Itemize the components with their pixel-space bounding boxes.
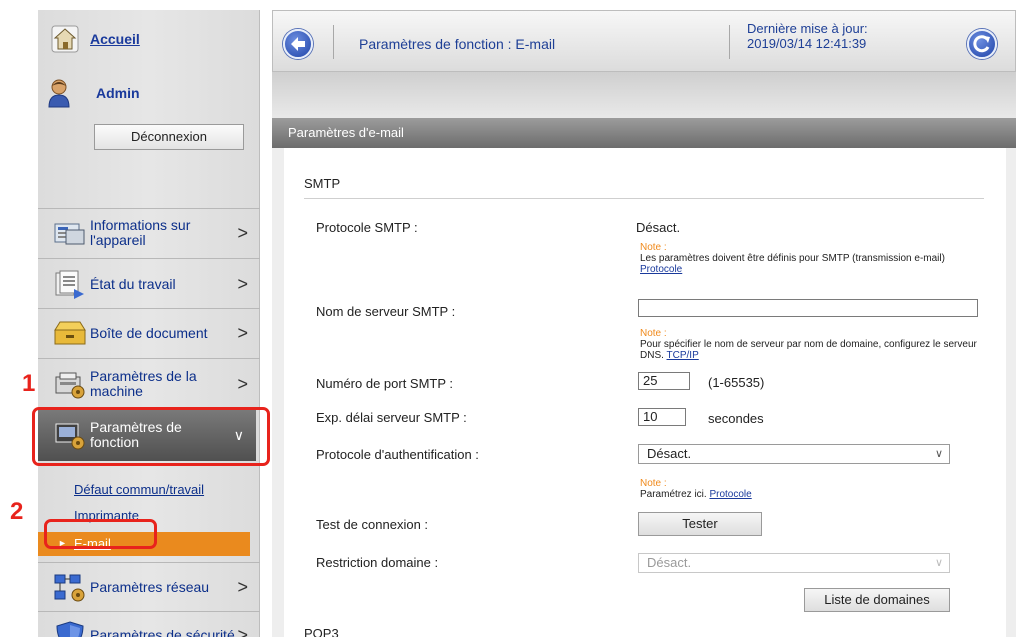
divider [38,208,260,209]
sidebar-item-machine-settings[interactable]: Paramètres de la machine > [38,361,260,407]
smtp-port-label: Numéro de port SMTP : [316,376,454,391]
note-auth: Note : Paramétrez ici. Protocole [640,478,970,500]
smtp-timeout-label: Exp. délai serveur SMTP : [316,410,467,425]
refresh-button[interactable] [967,29,997,59]
test-button[interactable]: Tester [638,512,762,536]
divider [38,562,260,563]
chevron-down-icon: ∨ [934,557,943,569]
divider [38,358,260,359]
refresh-icon [973,35,990,53]
chevron-down-icon: ∨ [934,448,943,460]
user-avatar-icon [48,79,70,108]
sidebar-item-label: Informations sur l'appareil [90,217,191,248]
sidebar-item-network-settings[interactable]: Paramètres réseau > [38,564,260,610]
domain-list-button[interactable]: Liste de domaines [804,588,950,612]
protocol-link[interactable]: Protocole [709,489,751,500]
panel-title: Paramètres d'e-mail [272,118,1016,148]
sidebar-item-label: Boîte de document [90,324,208,341]
chevron-right-icon: > [237,373,248,394]
protocol-link[interactable]: Protocole [640,264,682,275]
auth-protocol-value: Désact. [647,446,692,461]
smtp-server-input[interactable] [638,299,978,317]
last-updated-label: Dernière mise à jour: [747,21,868,36]
sidebar-item-job-status[interactable]: État du travail > [38,261,260,307]
user-row: Admin [46,78,140,108]
note-label: Note : [640,242,667,253]
home-icon [51,25,79,53]
note-text: Paramétrez ici. [640,489,707,500]
document-box-icon [54,321,86,345]
annotation-step-1: 1 [22,370,36,397]
chevron-right-icon: > [237,624,248,637]
chevron-right-icon: > [237,576,248,597]
sidebar-item-document-box[interactable]: Boîte de document > [38,310,260,356]
sidebar-item-label: Paramètres réseau [90,578,210,595]
user-name: Admin [96,85,140,101]
divider [729,25,730,59]
smtp-protocol-value: Désact. [636,220,681,235]
main-content: SMTP Protocole SMTP : Désact. Note : Les… [272,148,1016,637]
shield-icon [56,621,84,637]
arrow-left-icon [291,37,305,51]
home-link[interactable]: Accueil [90,31,140,47]
tcpip-link[interactable]: TCP/IP [667,350,699,361]
last-updated-value: 2019/03/14 12:41:39 [747,36,867,51]
chevron-right-icon: > [237,222,248,243]
network-settings-icon [54,574,85,602]
chevron-right-icon: > [237,322,248,343]
note-label: Note : [640,478,667,489]
divider [304,198,984,199]
page-header: Paramètres de fonction : E-mail Dernière… [272,10,1016,72]
home-link-row[interactable]: Accueil [50,24,140,54]
auth-protocol-select[interactable]: Désact. ∨ [638,444,950,464]
annotation-highlight-function-settings [32,407,270,466]
sidebar-item-device-info[interactable]: Informations sur l'appareil > [38,210,260,256]
page-title: Paramètres de fonction : E-mail [359,36,556,52]
note-smtp-server: Note : Pour spécifier le nom de serveur … [640,328,980,361]
sidebar-item-label: État du travail [90,275,176,292]
sidebar-item-security-settings[interactable]: Paramètres de sécurité > [38,612,260,637]
note-text: Les paramètres doivent être définis pour… [640,253,945,264]
submenu-item-default-common[interactable]: Défaut commun/travail [74,482,204,497]
annotation-step-2: 2 [10,498,24,525]
smtp-port-range: (1-65535) [708,375,765,390]
divider [38,308,260,309]
machine-settings-icon [55,372,85,399]
smtp-port-input[interactable]: 25 [638,372,690,390]
domain-restriction-select[interactable]: Désact. ∨ [638,553,950,573]
header-spacer [272,72,1016,118]
smtp-protocol-label: Protocole SMTP : [316,220,418,235]
sidebar-item-label: Paramètres de sécurité [90,626,235,637]
domain-restriction-label: Restriction domaine : [316,555,439,570]
divider [333,25,334,59]
back-button[interactable] [283,29,313,59]
logout-button[interactable]: Déconnexion [94,124,244,150]
domain-restriction-value: Désact. [647,555,692,570]
note-label: Note : [640,328,667,339]
smtp-timeout-input[interactable]: 10 [638,408,686,426]
chevron-right-icon: > [237,273,248,294]
device-info-icon [54,223,85,245]
job-status-icon [55,270,84,299]
note-smtp-protocol: Note : Les paramètres doivent être défin… [640,242,970,275]
section-smtp: SMTP [304,176,341,191]
last-updated: Dernière mise à jour: 2019/03/14 12:41:3… [747,21,868,51]
annotation-highlight-email [44,519,157,549]
smtp-server-label: Nom de serveur SMTP : [316,304,456,319]
smtp-timeout-unit: secondes [708,411,764,426]
sidebar-item-label: Paramètres de la machine [90,368,197,399]
settings-form: SMTP Protocole SMTP : Désact. Note : Les… [284,148,1006,637]
auth-protocol-label: Protocole d'authentification : [316,447,479,462]
divider [38,258,260,259]
section-pop3: POP3 [304,626,339,637]
connection-test-label: Test de connexion : [316,517,429,532]
